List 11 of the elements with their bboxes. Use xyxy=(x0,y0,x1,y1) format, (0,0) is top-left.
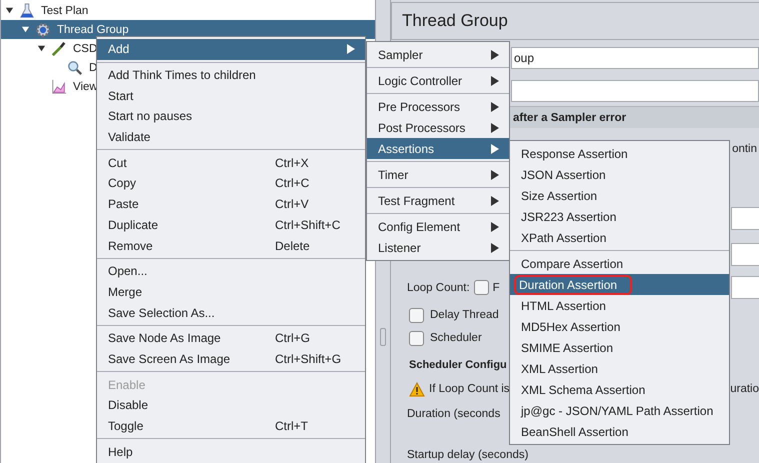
duration-label: Duration (seconds xyxy=(407,408,500,420)
loop-count-label: Loop Count: xyxy=(407,282,470,294)
checkbox-label: Scheduler xyxy=(430,332,482,344)
warning-text: If Loop Count is xyxy=(429,383,510,395)
startup-delay-label: Startup delay (seconds) xyxy=(407,449,528,461)
panel-title: Thread Group xyxy=(402,11,508,31)
radio-label: ontin xyxy=(732,143,757,157)
warning-text: uratio xyxy=(730,383,759,395)
checkbox-label: F xyxy=(492,282,500,294)
section-title: Scheduler Configu xyxy=(409,358,507,373)
checkbox-label: Delay Thread xyxy=(430,309,499,321)
